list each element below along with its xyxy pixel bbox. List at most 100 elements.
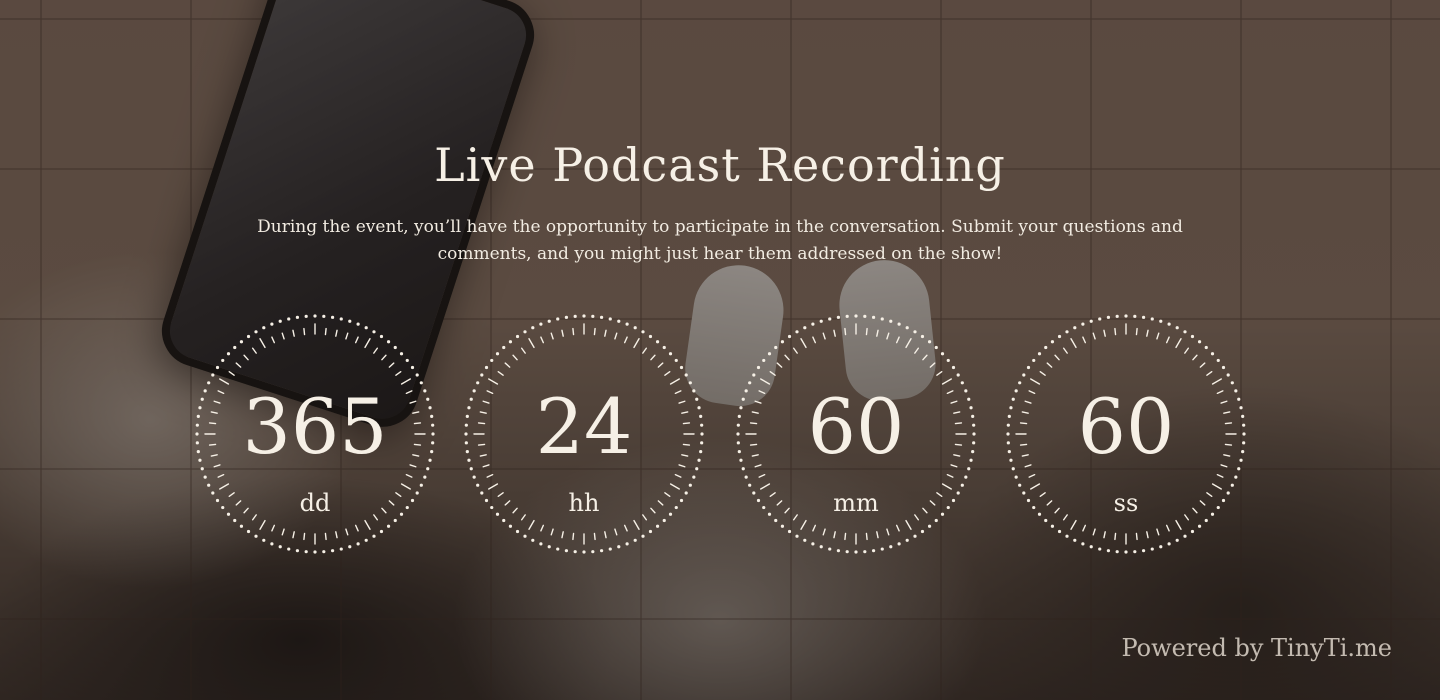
dial-dot (356, 322, 360, 326)
dial-dot (1044, 518, 1048, 523)
dial-tick (1206, 370, 1213, 376)
dial-dot (668, 352, 673, 356)
dial-dot (1167, 322, 1171, 326)
powered-by-link[interactable]: Powered by TinyTi.me (1121, 634, 1392, 662)
dial-dot (803, 326, 807, 330)
dial-tick (512, 354, 518, 361)
dial-dot (1098, 547, 1102, 551)
countdown-minutes: 60 mm (734, 312, 978, 556)
dial-dot (1124, 550, 1128, 554)
dial-dot (688, 483, 692, 487)
countdown-seconds: 60 ss (1004, 312, 1248, 556)
dial-tick (650, 354, 656, 361)
dial-dot (556, 317, 560, 321)
dial-dot (880, 547, 884, 551)
dial-dot (617, 545, 621, 549)
dial-tick (1082, 336, 1087, 344)
dial-dot (756, 365, 761, 370)
dial-tick (259, 519, 266, 530)
dial-dot (1197, 524, 1202, 528)
dial-dot (415, 373, 419, 377)
dial-dot (748, 483, 752, 487)
dial-dot (339, 317, 343, 321)
countdown-seconds-unit: ss (1113, 489, 1139, 517)
dial-tick (614, 332, 618, 340)
dial-tick (292, 329, 295, 337)
dial-tick (540, 336, 545, 344)
dial-dot (679, 365, 684, 370)
dial-dot (674, 358, 678, 363)
event-description: During the event, you’ll have the opport… (257, 217, 1183, 264)
dial-tick (1146, 531, 1149, 539)
dial-dot (648, 529, 653, 534)
dial-tick (345, 332, 349, 340)
dial-tick (1192, 354, 1198, 361)
dial-dot (1210, 352, 1215, 356)
dial-tick (1114, 532, 1117, 541)
dial-tick (623, 336, 628, 344)
dial-dot (927, 524, 932, 528)
dial-dot (573, 314, 577, 318)
dial-tick (604, 329, 607, 337)
dial-dot (744, 475, 748, 479)
dial-dot (854, 550, 858, 554)
dial-dot (780, 524, 785, 528)
dial-dot (1141, 549, 1146, 553)
dial-dot (1150, 317, 1154, 321)
dial-tick (865, 327, 868, 336)
dial-dot (828, 317, 832, 321)
dial-dot (819, 545, 823, 549)
countdown-seconds-value: 60 (1077, 382, 1175, 471)
dial-tick (486, 473, 494, 478)
dial-tick (886, 528, 890, 536)
dial-dot (1226, 373, 1230, 377)
dial-tick (1092, 528, 1096, 536)
dial-dot (423, 475, 427, 479)
dial-tick (833, 531, 836, 539)
dial-tick (812, 524, 817, 532)
dial-dot (934, 345, 938, 350)
dial-tick (1135, 532, 1138, 541)
dial-dot (484, 365, 489, 370)
dial-tick (1082, 524, 1087, 532)
dial-dot (871, 315, 876, 319)
dial-dot (684, 373, 688, 377)
dial-dot (633, 326, 637, 330)
dial-dot (515, 334, 520, 339)
dial-tick (354, 524, 359, 532)
dial-tick (235, 362, 242, 368)
dial-dot (495, 352, 500, 356)
dial-dot (934, 518, 938, 523)
countdown-page: Live Podcast Recording During the event,… (0, 0, 1440, 700)
dial-dot (379, 529, 384, 534)
dial-tick (1184, 347, 1190, 354)
dial-dot (1050, 340, 1055, 344)
dial-tick (876, 531, 879, 539)
dial-tick (1165, 336, 1170, 344)
dial-dot (386, 524, 391, 528)
dial-dot (278, 545, 282, 549)
dial-dot (1230, 483, 1234, 487)
dial-dot (1175, 326, 1179, 330)
dial-tick (1092, 332, 1096, 340)
dial-dot (322, 550, 326, 554)
dial-tick (822, 332, 826, 340)
dial-tick (1135, 327, 1138, 336)
dial-dot (692, 475, 696, 479)
countdown-minutes-unit: mm (833, 489, 879, 517)
dial-dot (920, 334, 925, 339)
dial-tick (497, 370, 504, 376)
dial-dot (364, 538, 368, 542)
dial-dot (599, 549, 604, 553)
dial-dot (233, 518, 237, 523)
dial-tick (354, 336, 359, 344)
dial-tick (822, 528, 826, 536)
dial-tick (776, 362, 783, 368)
dial-dot (330, 315, 335, 319)
dial-dot (502, 518, 506, 523)
dial-dot (880, 317, 884, 321)
dial-dot (330, 549, 335, 553)
dial-dot (1073, 326, 1077, 330)
dial-dot (523, 330, 527, 334)
dial-tick (905, 338, 912, 349)
